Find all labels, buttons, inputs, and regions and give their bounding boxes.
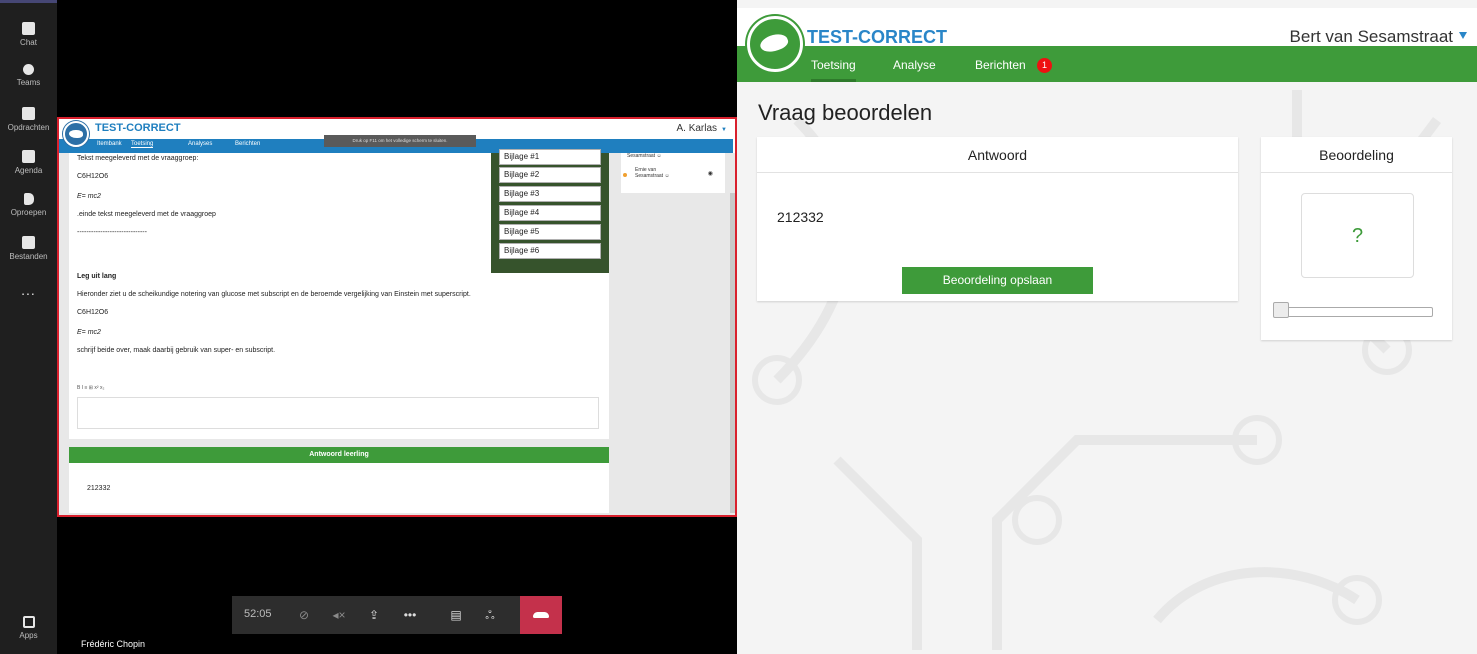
grade-card-title: Beoordeling [1261,137,1452,173]
user-menu[interactable]: Bert van Sesamstraat [1290,27,1453,47]
formula-einstein: E= mc2 [77,193,101,200]
chat-icon [22,22,35,35]
formula-einstein: E= mc2 [77,329,101,336]
rail-item-label: Chat [20,38,37,47]
formula-glucose: C6H12O6 [77,309,109,316]
chat-icon[interactable]: ▤ [446,605,466,625]
rail-item-label: Teams [16,78,41,87]
save-grade-button[interactable]: Beoordeling opslaan [902,267,1093,294]
attachment-item: Bijlage #3 [499,186,601,202]
more-icon[interactable]: ••• [400,605,420,625]
attachment-item: Bijlage #1 [499,149,601,165]
question-card: Tekst meegeleverd met de vraaggroep: C6H… [69,149,609,439]
shared-nav-itembank: Itembank [97,141,122,147]
nav-berichten[interactable]: Berichten [975,58,1026,72]
rail-item-bestanden[interactable]: Bestanden [0,236,57,261]
assignments-icon [22,107,35,120]
answer-value: 212332 [777,209,824,225]
rail-item-agenda[interactable]: Agenda [0,150,57,175]
student-list: Sesamstraat ☺ Ernie van Sesamstraat ☺ ◉ [621,153,725,193]
rail-item-label: Bestanden [9,252,48,261]
rail-accent-line [0,0,57,3]
rail-item-apps[interactable]: Apps [0,616,57,640]
dolphin-logo-icon [63,121,89,147]
shared-scrollbar [730,193,735,513]
test-correct-app: TEST-CORRECT Bert van Sesamstraat Toetsi… [737,0,1477,654]
app-header: TEST-CORRECT Bert van Sesamstraat [737,8,1477,47]
shared-body: Tekst meegeleverd met de vraaggroep: C6H… [59,149,735,515]
attachment-item: Bijlage #5 [499,224,601,240]
teams-app-bar: Chat Teams Opdrachten Agenda Oproepen Be… [0,0,57,654]
answer-card: Antwoord 212332 Beoordeling opslaan [757,137,1238,301]
shared-screen: TEST-CORRECT A. Karlas ▼ Itembank Toetsin… [57,10,737,654]
grade-slider-thumb[interactable] [1273,302,1289,318]
eye-icon: ◉ [707,171,713,177]
attachment-item: Bijlage #2 [499,167,601,183]
participant-name: Frédéric Chopin [81,639,146,649]
messages-badge: 1 [1037,58,1052,73]
rail-item-label: Opdrachten [7,123,50,132]
status-dot [623,173,627,177]
brand-name: TEST-CORRECT [807,27,948,47]
question-body: Hieronder ziet u de scheikundige noterin… [77,291,471,298]
more-icon: ... [21,282,36,298]
mic-muted-icon[interactable]: ◂× [329,605,349,625]
files-icon [22,236,35,249]
caret-down-icon[interactable] [1459,32,1467,39]
context-outro: .einde tekst meegeleverd met de vraaggro… [77,211,216,218]
grade-slider[interactable] [1275,307,1433,317]
shared-brand: TEST-CORRECT [95,122,181,134]
editor-toolbar: B I ≡ ⊞ x² x₂ [77,385,105,391]
attachment-item: Bijlage #6 [499,243,601,259]
dolphin-logo-icon [747,16,803,72]
grade-value: ? [1301,193,1414,278]
rail-item-more[interactable]: ... [0,282,57,299]
calendar-icon [22,150,35,163]
shared-user-menu: A. Karlas ▼ [676,123,727,134]
camera-off-icon[interactable]: ⊘ [294,605,314,625]
answer-editor [77,397,599,429]
shared-user-name: A. Karlas [676,123,718,134]
student-answer-value: 212332 [87,485,111,492]
shared-nav-berichten: Berichten [235,141,261,147]
question-title: Leg uit lang [77,273,117,280]
rail-item-label: Apps [19,631,38,640]
shared-nav-analyses: Analyses [188,141,213,147]
grade-card: Beoordeling ? [1261,137,1452,340]
main-nav: Toetsing Analyse Berichten [737,46,1477,82]
question-instruction: schrijf beide over, maak daarbij gebruik… [77,347,276,354]
call-controls: 52:05 ⊘ ◂× ⇪ ••• ▤ ஃ [232,596,562,634]
rail-item-teams[interactable]: Teams [0,64,57,87]
call-timer: 52:05 [244,608,272,620]
student-answer-header: Antwoord leerling [69,447,609,463]
participants-icon[interactable]: ஃ [480,605,500,625]
rail-item-opdrachten[interactable]: Opdrachten [0,107,57,132]
formula-glucose: C6H12O6 [77,173,109,180]
page-title: Vraag beoordelen [758,100,933,125]
nav-toetsing[interactable]: Toetsing [811,58,856,82]
attachment-item: Bijlage #4 [499,205,601,221]
rail-item-chat[interactable]: Chat [0,22,57,47]
phone-icon [23,193,34,205]
shared-window: TEST-CORRECT A. Karlas ▼ Itembank Toetsin… [57,117,737,517]
student-name: Sesamstraat ☺ [635,173,670,179]
caret-down-icon: ▼ [721,127,727,133]
student-name: Sesamstraat ☺ [627,153,662,159]
rail-item-label: Oproepen [10,208,47,217]
attachments-panel: Bijlage #1 Bijlage #2 Bijlage #3 Bijlage… [491,149,609,273]
rail-item-label: Agenda [14,166,43,175]
share-screen-icon[interactable]: ⇪ [364,605,384,625]
nav-analyse[interactable]: Analyse [893,58,936,72]
fullscreen-hint: Druk op F11 om het volledige scherm te s… [324,135,476,147]
rail-item-oproepen[interactable]: Oproepen [0,193,57,217]
hang-up-button[interactable] [520,596,562,634]
student-answer-card: Antwoord leerling 212332 [69,447,609,513]
teams-icon [23,64,34,75]
shared-nav-toetsing: Toetsing [131,141,154,148]
apps-icon [22,616,35,628]
separator: ------------------------------ [77,229,147,236]
context-intro: Tekst meegeleverd met de vraaggroep: [77,155,199,162]
answer-card-title: Antwoord [757,137,1238,173]
